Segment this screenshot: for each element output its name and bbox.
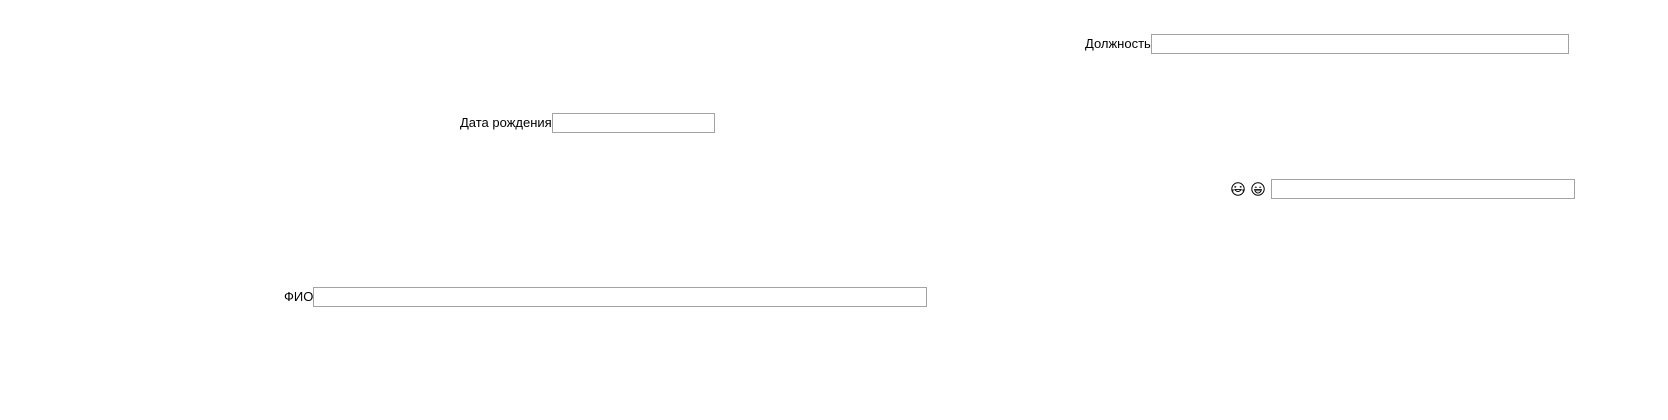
- position-label: Должность: [1085, 36, 1151, 51]
- emoji-input[interactable]: [1271, 179, 1575, 199]
- birthdate-input[interactable]: [551, 113, 715, 133]
- emoji-field-row: [1231, 179, 1575, 199]
- grinning-emoji-icon: [1251, 182, 1265, 196]
- fio-field-row: ФИО: [284, 287, 928, 307]
- position-input[interactable]: [1150, 34, 1569, 54]
- birthdate-field-row: Дата рождения: [460, 113, 715, 133]
- fio-input[interactable]: [313, 287, 928, 307]
- fio-label: ФИО: [284, 289, 314, 304]
- laughing-tears-emoji-icon: [1231, 182, 1245, 196]
- position-field-row: Должность: [1085, 34, 1569, 54]
- birthdate-label: Дата рождения: [460, 115, 552, 130]
